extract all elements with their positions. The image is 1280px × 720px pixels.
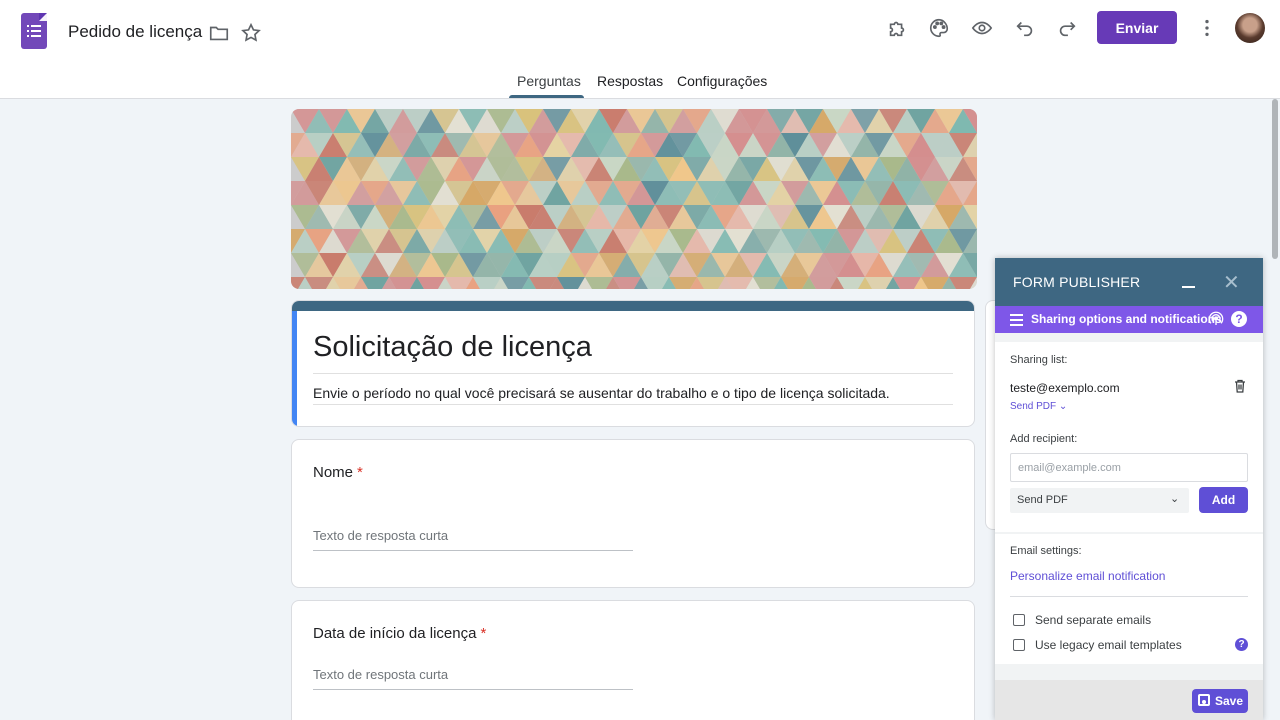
undo-icon[interactable] [1013,16,1037,40]
question-title: Data de início da licença [313,625,477,642]
page-scrollbar[interactable] [1270,99,1280,720]
short-answer-placeholder: Texto de resposta curta [313,528,633,551]
close-icon[interactable]: ✕ [1223,270,1240,295]
email-settings-label: Email settings: [1010,545,1082,557]
add-recipient-label: Add recipient: [1010,433,1078,445]
form-title-card[interactable]: Solicitação de licença Envie o período n… [291,300,975,427]
sharing-section: Sharing list: teste@exemplo.com Send PDF… [995,342,1263,532]
theme-color-bar [292,301,974,311]
menu-icon[interactable] [1010,314,1023,329]
form-title[interactable]: Solicitação de licença [313,331,592,364]
sharing-list-label: Sharing list: [1010,354,1068,366]
publisher-section-title: Sharing options and notifications [1031,312,1222,326]
user-avatar[interactable] [1235,13,1265,43]
question-label: Data de início da licença * [313,625,486,642]
required-asterisk: * [480,625,487,642]
delete-recipient-icon[interactable] [1234,379,1246,393]
floating-toolbar[interactable] [985,300,995,530]
divider [1010,596,1248,597]
checkbox-label: Use legacy email templates [1035,638,1182,652]
recipient-email-input[interactable] [1010,453,1248,482]
email-settings-section: Email settings: Personalize email notifi… [995,534,1263,664]
recipient-email: teste@exemplo.com [1010,381,1120,395]
description-underline [313,404,953,405]
question-title: Nome [313,464,354,481]
active-tab-indicator [509,95,584,98]
question-card[interactable]: Data de início da licença * Texto de resp… [291,600,975,720]
preview-eye-icon[interactable] [970,16,994,40]
required-asterisk: * [357,464,363,481]
palette-icon[interactable] [927,16,951,40]
short-answer-placeholder: Texto de resposta curta [313,667,633,690]
checkbox-label: Send separate emails [1035,613,1152,627]
focus-indicator [292,311,297,426]
forms-logo-icon[interactable] [21,13,47,49]
scrollbar-thumb[interactable] [1272,99,1278,259]
form-description[interactable]: Envie o período no qual você precisará s… [313,385,890,401]
publisher-subheader: Sharing options and notifications ? [995,306,1263,333]
publisher-title: FORM PUBLISHER [1013,274,1141,290]
recipient-action-label: Send PDF [1010,401,1057,412]
tab-perguntas[interactable]: Perguntas [517,73,581,89]
form-publisher-panel: FORM PUBLISHER ✕ Sharing options and not… [995,258,1263,720]
broadcast-icon[interactable] [1208,311,1224,327]
checkbox-icon[interactable] [1013,614,1025,626]
star-icon[interactable] [239,21,263,45]
redo-icon[interactable] [1055,16,1079,40]
chevron-down-icon: ⌄ [1170,493,1180,505]
title-underline [313,373,953,374]
add-recipient-button[interactable]: Add [1199,487,1248,513]
help-icon[interactable]: ? [1231,311,1247,327]
tab-configuracoes[interactable]: Configurações [677,73,767,89]
send-option-select[interactable]: Send PDF ⌄ [1010,488,1189,513]
document-title[interactable]: Pedido de licença [68,22,202,42]
question-card[interactable]: Nome * Texto de resposta curta [291,439,975,588]
app-header: Pedido de licença Enviar Perguntas Respo… [0,0,1280,99]
question-label: Nome * [313,464,363,481]
tab-respostas[interactable]: Respostas [597,73,663,89]
save-disk-icon [1198,694,1210,706]
recipient-action-dropdown[interactable]: Send PDF ⌄ [1010,401,1067,412]
send-option-value: Send PDF [1017,494,1068,506]
folder-icon[interactable] [207,21,231,45]
checkbox-icon[interactable] [1013,639,1025,651]
personalize-email-link[interactable]: Personalize email notification [1010,569,1165,583]
chevron-down-icon: ⌄ [1058,401,1068,412]
help-icon[interactable]: ? [1235,638,1248,651]
more-options-icon[interactable] [1195,16,1219,40]
form-header-image [291,109,977,289]
publisher-header: FORM PUBLISHER ✕ [995,258,1263,306]
send-button[interactable]: Enviar [1097,11,1177,44]
add-ons-puzzle-icon[interactable] [885,16,909,40]
form-tabs: Perguntas Respostas Configurações [0,62,1280,99]
minimize-icon[interactable] [1182,286,1195,288]
